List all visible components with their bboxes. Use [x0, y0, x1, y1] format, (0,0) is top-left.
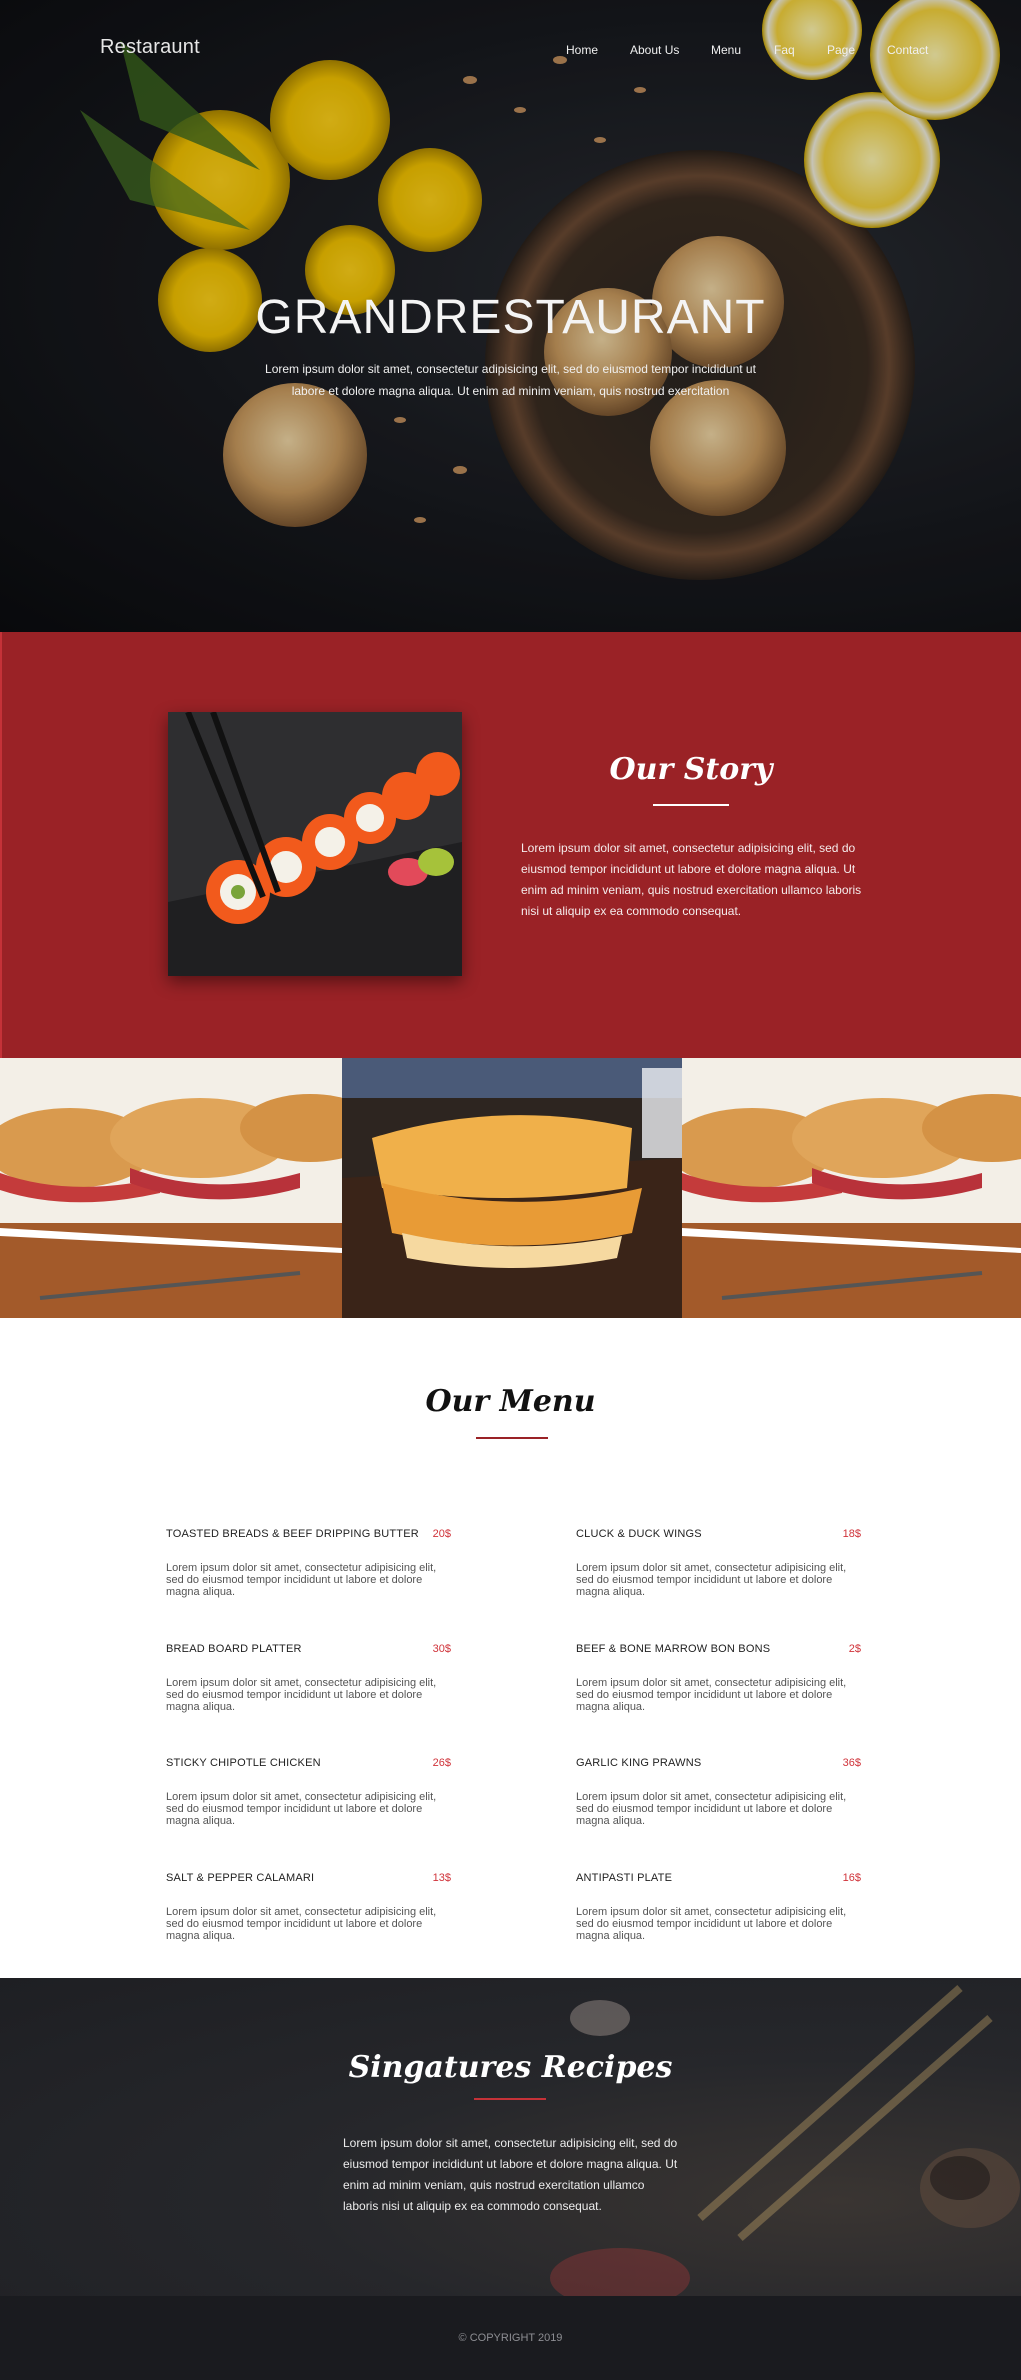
nav-home[interactable]: Home [566, 43, 598, 57]
dish-name: STICKY CHIPOTLE CHICKEN [166, 1757, 321, 1769]
menu-title-underline [476, 1437, 548, 1439]
dish-name: BEEF & BONE MARROW BON BONS [576, 1643, 771, 1655]
signature-title-underline [474, 2098, 546, 2100]
nav-menu: Home About Us Menu Faq Page Contact [0, 43, 1021, 63]
our-story-section: Our Story Lorem ipsum dolor sit amet, co… [0, 632, 1021, 1058]
dish-price: 13$ [432, 1872, 451, 1884]
our-menu-section: Our Menu TOASTED BREADS & BEEF DRIPPING … [0, 1318, 1021, 1978]
dish-name: BREAD BOARD PLATTER [166, 1643, 302, 1655]
hero-title: GRANDRESTAURANT [255, 291, 766, 344]
dish-price: 20$ [432, 1528, 451, 1540]
dish-price: 36$ [842, 1757, 861, 1769]
copyright-text: © COPYRIGHT 2019 [458, 2332, 563, 2344]
dish-description: Lorem ipsum dolor sit amet, consectetur … [576, 1562, 847, 1598]
nav-menu-link[interactable]: Menu [711, 43, 741, 57]
menu-title: Our Menu [425, 1384, 596, 1419]
dish-price: 16$ [842, 1872, 861, 1884]
top-navigation: Restaraunt Home About Us Menu Faq Page C… [0, 0, 1021, 100]
gallery-image-sandwiches-1 [0, 1058, 342, 1318]
nav-page[interactable]: Page [827, 43, 855, 57]
site-footer: © COPYRIGHT 2019 [0, 2296, 1021, 2380]
story-title-underline [653, 804, 729, 806]
dish-description: Lorem ipsum dolor sit amet, consectetur … [166, 1906, 437, 1942]
dish-description: Lorem ipsum dolor sit amet, consectetur … [576, 1677, 847, 1713]
gallery-image-sandwiches-2 [682, 1058, 1021, 1318]
dish-description: Lorem ipsum dolor sit amet, consectetur … [576, 1906, 847, 1942]
dish-price: 2$ [848, 1643, 861, 1655]
dish-name: ANTIPASTI PLATE [576, 1872, 673, 1884]
nav-faq[interactable]: Faq [774, 43, 795, 57]
gallery-image-pastry [342, 1058, 682, 1318]
hero-subtitle: Lorem ipsum dolor sit amet, consectetur … [265, 362, 756, 398]
dish-description: Lorem ipsum dolor sit amet, consectetur … [576, 1791, 847, 1827]
hero-section: Restaraunt Home About Us Menu Faq Page C… [0, 0, 1021, 632]
dish-description: Lorem ipsum dolor sit amet, consectetur … [166, 1562, 437, 1598]
nav-about-us[interactable]: About Us [630, 43, 679, 57]
sushi-photo [168, 712, 462, 976]
dish-name: SALT & PEPPER CALAMARI [166, 1872, 315, 1884]
signature-text: Lorem ipsum dolor sit amet, consectetur … [343, 2136, 678, 2213]
dish-description: Lorem ipsum dolor sit amet, consectetur … [166, 1677, 437, 1713]
dish-name: CLUCK & DUCK WINGS [576, 1528, 702, 1540]
nav-contact[interactable]: Contact [887, 43, 928, 57]
dish-name: GARLIC KING PRAWNS [576, 1757, 702, 1769]
dish-price: 18$ [842, 1528, 861, 1540]
dish-price: 30$ [432, 1643, 451, 1655]
dish-description: Lorem ipsum dolor sit amet, consectetur … [166, 1791, 437, 1827]
story-title: Our Story [609, 752, 773, 787]
story-text: Lorem ipsum dolor sit amet, consectetur … [521, 841, 862, 918]
dish-price: 26$ [432, 1757, 451, 1769]
dish-name: TOASTED BREADS & BEEF DRIPPING BUTTER [166, 1528, 419, 1540]
food-gallery [0, 1058, 1021, 1318]
signature-title: Singatures Recipes [348, 2050, 673, 2085]
signature-recipes-section: Singatures Recipes Lorem ipsum dolor sit… [0, 1978, 1021, 2296]
